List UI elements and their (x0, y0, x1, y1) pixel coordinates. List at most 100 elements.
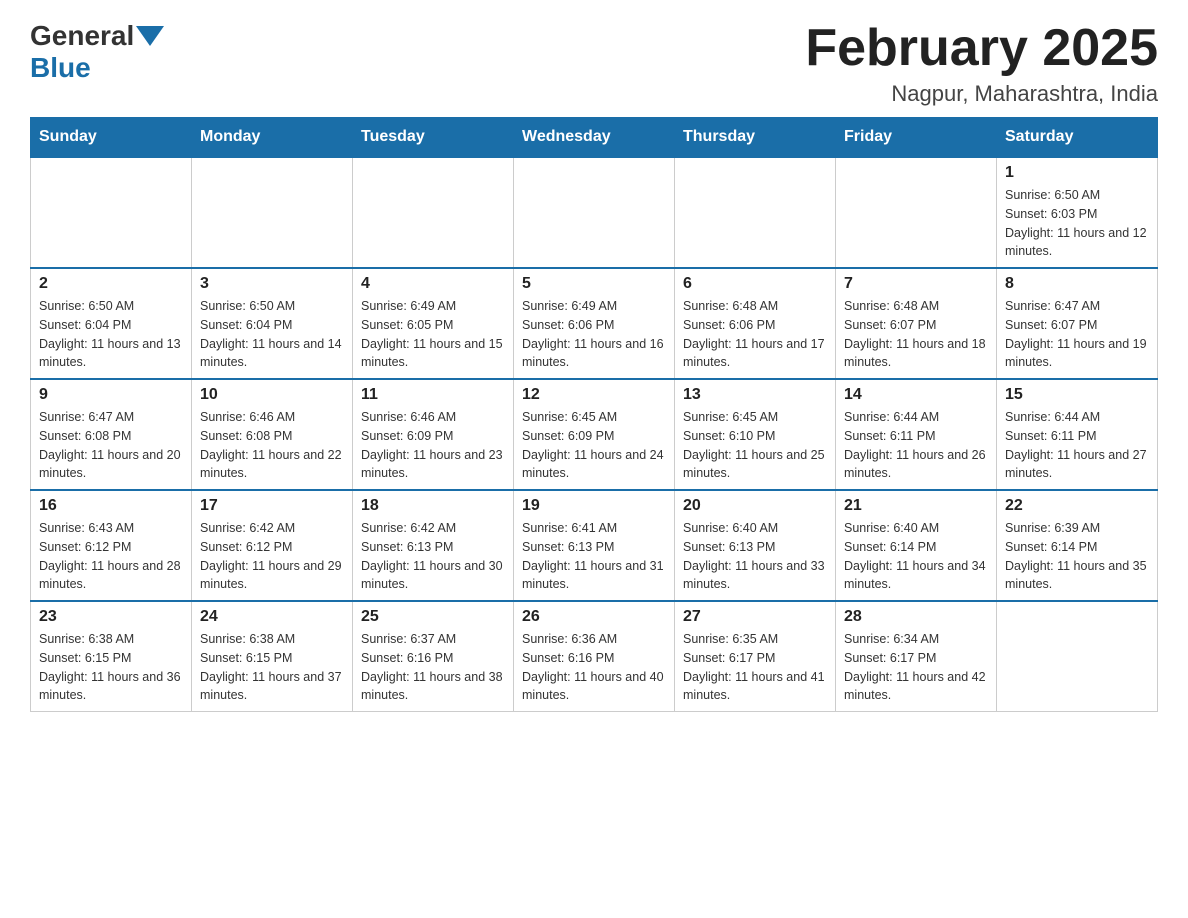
day-number: 22 (1005, 497, 1149, 515)
calendar-cell: 21 Sunrise: 6:40 AMSunset: 6:14 PMDayligh… (836, 490, 997, 601)
calendar-cell: 4 Sunrise: 6:49 AMSunset: 6:05 PMDaylight… (353, 268, 514, 379)
calendar-week-1: 1 Sunrise: 6:50 AMSunset: 6:03 PMDaylight… (31, 157, 1158, 268)
calendar-table: SundayMondayTuesdayWednesdayThursdayFrid… (30, 117, 1158, 712)
day-number: 24 (200, 608, 344, 626)
day-info: Sunrise: 6:47 AMSunset: 6:07 PMDaylight:… (1005, 297, 1149, 372)
day-info: Sunrise: 6:50 AMSunset: 6:04 PMDaylight:… (200, 297, 344, 372)
day-info: Sunrise: 6:40 AMSunset: 6:14 PMDaylight:… (844, 519, 988, 594)
day-number: 27 (683, 608, 827, 626)
title-area: February 2025 Nagpur, Maharashtra, India (805, 20, 1158, 107)
day-info: Sunrise: 6:41 AMSunset: 6:13 PMDaylight:… (522, 519, 666, 594)
calendar-cell: 19Sunrise: 6:41 AMSunset: 6:13 PMDayligh… (514, 490, 675, 601)
calendar-cell: 22 Sunrise: 6:39 AMSunset: 6:14 PMDayligh… (997, 490, 1158, 601)
calendar-week-5: 23Sunrise: 6:38 AMSunset: 6:15 PMDayligh… (31, 601, 1158, 712)
calendar-cell: 9 Sunrise: 6:47 AMSunset: 6:08 PMDaylight… (31, 379, 192, 490)
day-number: 8 (1005, 275, 1149, 293)
day-info: Sunrise: 6:37 AMSunset: 6:16 PMDaylight:… (361, 630, 505, 705)
page-header: General Blue February 2025 Nagpur, Mahar… (30, 20, 1158, 107)
day-header-friday: Friday (836, 118, 997, 158)
day-number: 3 (200, 275, 344, 293)
day-info: Sunrise: 6:42 AMSunset: 6:12 PMDaylight:… (200, 519, 344, 594)
calendar-cell: 14Sunrise: 6:44 AMSunset: 6:11 PMDayligh… (836, 379, 997, 490)
calendar-cell: 11 Sunrise: 6:46 AMSunset: 6:09 PMDayligh… (353, 379, 514, 490)
day-number: 4 (361, 275, 505, 293)
day-number: 13 (683, 386, 827, 404)
calendar-cell (192, 157, 353, 268)
day-number: 20 (683, 497, 827, 515)
day-number: 2 (39, 275, 183, 293)
day-number: 6 (683, 275, 827, 293)
day-number: 9 (39, 386, 183, 404)
day-number: 5 (522, 275, 666, 293)
day-info: Sunrise: 6:47 AMSunset: 6:08 PMDaylight:… (39, 408, 183, 483)
day-number: 12 (522, 386, 666, 404)
month-title: February 2025 (805, 20, 1158, 77)
day-info: Sunrise: 6:45 AMSunset: 6:09 PMDaylight:… (522, 408, 666, 483)
calendar-cell: 5 Sunrise: 6:49 AMSunset: 6:06 PMDaylight… (514, 268, 675, 379)
day-number: 16 (39, 497, 183, 515)
calendar-cell: 23Sunrise: 6:38 AMSunset: 6:15 PMDayligh… (31, 601, 192, 712)
logo-triangle-icon (136, 26, 164, 46)
day-header-monday: Monday (192, 118, 353, 158)
day-header-saturday: Saturday (997, 118, 1158, 158)
calendar-cell: 20Sunrise: 6:40 AMSunset: 6:13 PMDayligh… (675, 490, 836, 601)
calendar-cell: 17 Sunrise: 6:42 AMSunset: 6:12 PMDayligh… (192, 490, 353, 601)
calendar-cell (31, 157, 192, 268)
day-number: 17 (200, 497, 344, 515)
calendar-cell (997, 601, 1158, 712)
calendar-cell: 13Sunrise: 6:45 AMSunset: 6:10 PMDayligh… (675, 379, 836, 490)
calendar-cell: 24Sunrise: 6:38 AMSunset: 6:15 PMDayligh… (192, 601, 353, 712)
day-info: Sunrise: 6:34 AMSunset: 6:17 PMDaylight:… (844, 630, 988, 705)
day-number: 15 (1005, 386, 1149, 404)
day-number: 11 (361, 386, 505, 404)
calendar-cell: 25 Sunrise: 6:37 AMSunset: 6:16 PMDayligh… (353, 601, 514, 712)
calendar-cell: 27 Sunrise: 6:35 AMSunset: 6:17 PMDayligh… (675, 601, 836, 712)
day-number: 28 (844, 608, 988, 626)
day-number: 25 (361, 608, 505, 626)
day-header-tuesday: Tuesday (353, 118, 514, 158)
calendar-cell: 6 Sunrise: 6:48 AMSunset: 6:06 PMDaylight… (675, 268, 836, 379)
day-info: Sunrise: 6:39 AMSunset: 6:14 PMDaylight:… (1005, 519, 1149, 594)
calendar-cell: 26Sunrise: 6:36 AMSunset: 6:16 PMDayligh… (514, 601, 675, 712)
day-number: 18 (361, 497, 505, 515)
day-info: Sunrise: 6:35 AMSunset: 6:17 PMDaylight:… (683, 630, 827, 705)
calendar-cell (514, 157, 675, 268)
calendar-cell (353, 157, 514, 268)
day-number: 1 (1005, 164, 1149, 182)
day-number: 21 (844, 497, 988, 515)
day-number: 7 (844, 275, 988, 293)
calendar-cell: 15 Sunrise: 6:44 AMSunset: 6:11 PMDayligh… (997, 379, 1158, 490)
calendar-cell: 16 Sunrise: 6:43 AMSunset: 6:12 PMDayligh… (31, 490, 192, 601)
day-header-thursday: Thursday (675, 118, 836, 158)
calendar-week-2: 2 Sunrise: 6:50 AMSunset: 6:04 PMDaylight… (31, 268, 1158, 379)
day-number: 14 (844, 386, 988, 404)
day-number: 23 (39, 608, 183, 626)
day-info: Sunrise: 6:49 AMSunset: 6:05 PMDaylight:… (361, 297, 505, 372)
day-number: 10 (200, 386, 344, 404)
day-info: Sunrise: 6:50 AMSunset: 6:04 PMDaylight:… (39, 297, 183, 372)
day-info: Sunrise: 6:48 AMSunset: 6:06 PMDaylight:… (683, 297, 827, 372)
day-info: Sunrise: 6:36 AMSunset: 6:16 PMDaylight:… (522, 630, 666, 705)
logo-blue: Blue (30, 52, 91, 84)
day-info: Sunrise: 6:42 AMSunset: 6:13 PMDaylight:… (361, 519, 505, 594)
calendar-cell: 3 Sunrise: 6:50 AMSunset: 6:04 PMDaylight… (192, 268, 353, 379)
calendar-cell: 1 Sunrise: 6:50 AMSunset: 6:03 PMDaylight… (997, 157, 1158, 268)
logo-general: General (30, 20, 134, 52)
logo-text: General (30, 20, 166, 52)
logo: General Blue (30, 20, 166, 84)
day-info: Sunrise: 6:49 AMSunset: 6:06 PMDaylight:… (522, 297, 666, 372)
day-info: Sunrise: 6:50 AMSunset: 6:03 PMDaylight:… (1005, 186, 1149, 261)
calendar-cell: 2 Sunrise: 6:50 AMSunset: 6:04 PMDaylight… (31, 268, 192, 379)
calendar-cell (675, 157, 836, 268)
day-info: Sunrise: 6:48 AMSunset: 6:07 PMDaylight:… (844, 297, 988, 372)
calendar-header-row: SundayMondayTuesdayWednesdayThursdayFrid… (31, 118, 1158, 158)
calendar-cell: 7 Sunrise: 6:48 AMSunset: 6:07 PMDaylight… (836, 268, 997, 379)
calendar-week-4: 16 Sunrise: 6:43 AMSunset: 6:12 PMDayligh… (31, 490, 1158, 601)
day-info: Sunrise: 6:43 AMSunset: 6:12 PMDaylight:… (39, 519, 183, 594)
calendar-week-3: 9 Sunrise: 6:47 AMSunset: 6:08 PMDaylight… (31, 379, 1158, 490)
day-info: Sunrise: 6:44 AMSunset: 6:11 PMDaylight:… (1005, 408, 1149, 483)
day-info: Sunrise: 6:46 AMSunset: 6:09 PMDaylight:… (361, 408, 505, 483)
calendar-cell: 12 Sunrise: 6:45 AMSunset: 6:09 PMDayligh… (514, 379, 675, 490)
calendar-cell: 18 Sunrise: 6:42 AMSunset: 6:13 PMDayligh… (353, 490, 514, 601)
day-header-wednesday: Wednesday (514, 118, 675, 158)
